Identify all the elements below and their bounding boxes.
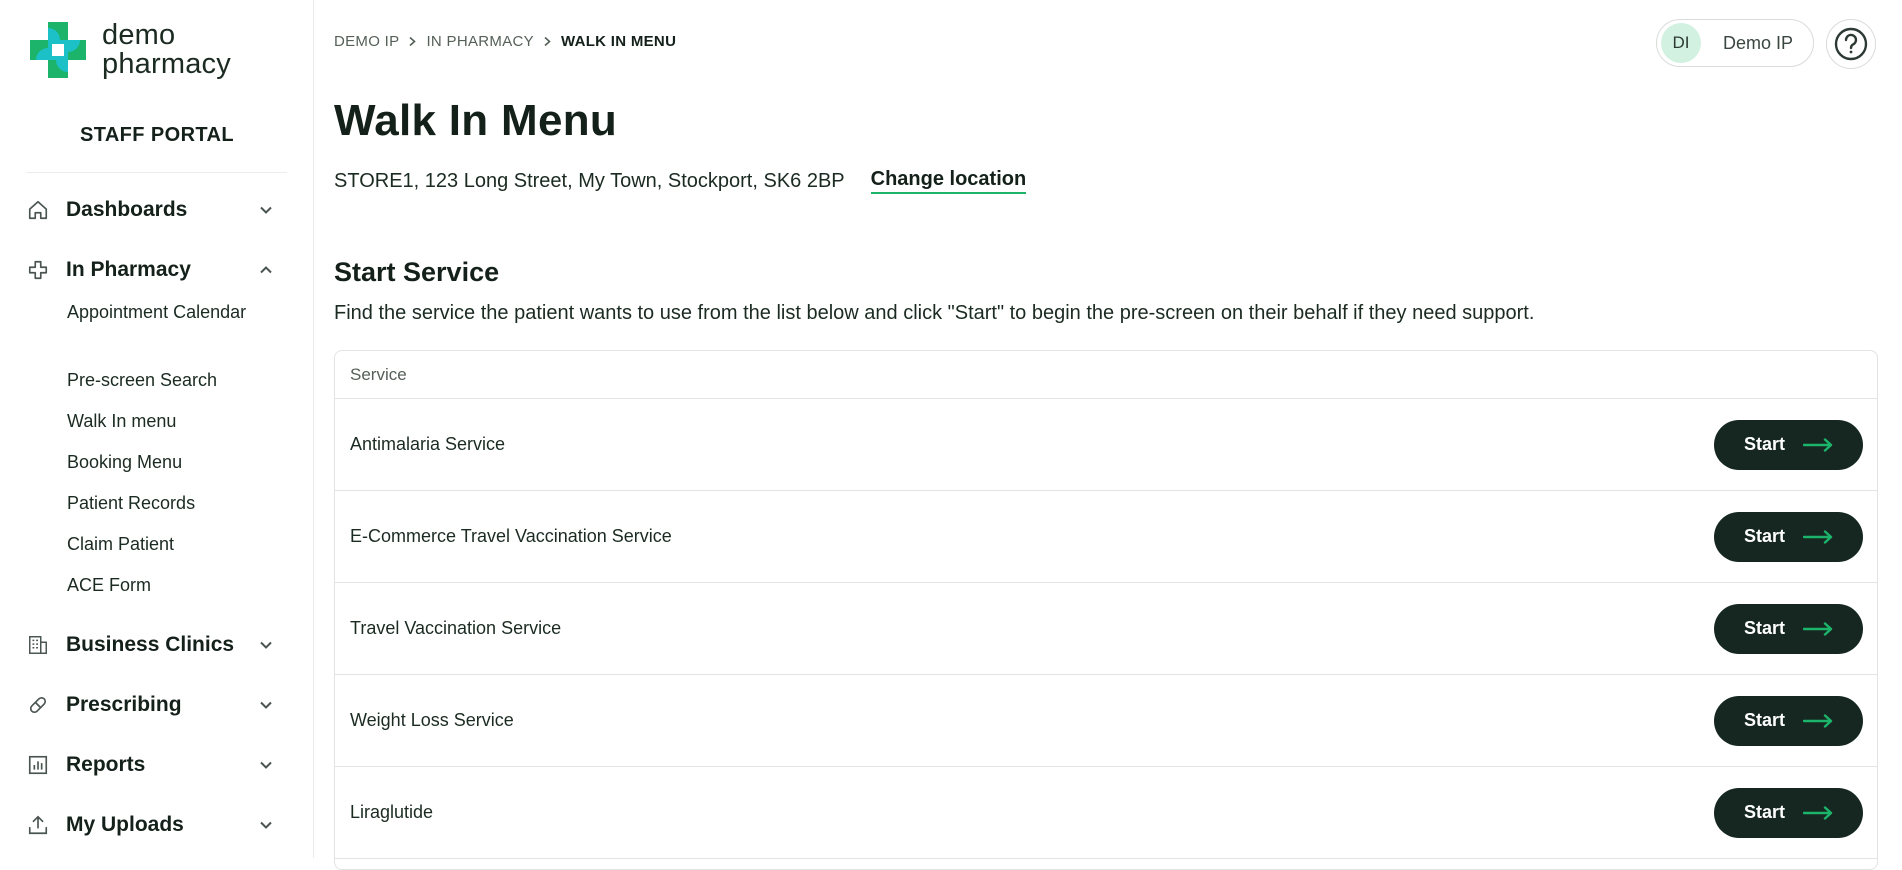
- chevron-right-icon: [408, 36, 417, 47]
- chevron-down-icon: [256, 815, 276, 835]
- section-description: Find the service the patient wants to us…: [334, 302, 1535, 324]
- pill-icon: [26, 693, 50, 717]
- brand-logo[interactable]: demo pharmacy: [26, 18, 231, 82]
- breadcrumb-item-demo-ip[interactable]: DEMO IP: [334, 33, 399, 50]
- sidebar-group-reports[interactable]: Reports: [26, 745, 276, 785]
- sidebar-group-my-uploads[interactable]: My Uploads: [26, 805, 276, 845]
- sidebar-group-label: In Pharmacy: [66, 258, 191, 281]
- start-button-label: Start: [1743, 802, 1785, 822]
- sidebar-group-in-pharmacy[interactable]: In Pharmacy: [26, 250, 276, 290]
- arrow-right-icon: [1803, 529, 1833, 544]
- user-name: Demo IP: [1723, 32, 1794, 53]
- home-icon: [26, 198, 50, 222]
- sidebar-divider: [26, 172, 287, 173]
- location-row: STORE1, 123 Long Street, My Town, Stockp…: [334, 168, 1027, 194]
- start-button[interactable]: Start: [1714, 603, 1863, 654]
- table-row: Travel Vaccination Service Start: [335, 583, 1877, 675]
- services-table: Service Antimalaria Service Start E-Comm…: [334, 350, 1878, 870]
- start-button-label: Start: [1743, 526, 1785, 546]
- page-title: Walk In Menu: [334, 96, 618, 145]
- section-title: Start Service: [334, 257, 500, 287]
- upload-icon: [26, 813, 50, 837]
- sidebar-item-claim-patient[interactable]: Claim Patient: [67, 531, 267, 558]
- start-button[interactable]: Start: [1714, 787, 1863, 838]
- table-row: Antimalaria Service Start: [335, 399, 1877, 491]
- medical-cross-icon: [26, 258, 50, 282]
- chevron-down-icon: [256, 635, 276, 655]
- start-button[interactable]: Start: [1714, 511, 1863, 562]
- arrow-right-icon: [1803, 621, 1833, 636]
- service-name: Liraglutide: [350, 802, 434, 822]
- table-row: Liraglutide Start: [335, 767, 1877, 859]
- start-button-label: Start: [1743, 618, 1785, 638]
- arrow-right-icon: [1803, 437, 1833, 452]
- sidebar-group-prescribing[interactable]: Prescribing: [26, 685, 276, 725]
- breadcrumb: DEMO IP IN PHARMACY WALK IN MENU: [334, 33, 676, 50]
- arrow-right-icon: [1803, 805, 1833, 820]
- building-icon: [26, 633, 50, 657]
- sidebar-group-label: Dashboards: [66, 198, 188, 221]
- sidebar-item-booking-menu[interactable]: Booking Menu: [67, 449, 267, 476]
- service-name: Weight Loss Service: [350, 710, 514, 730]
- chevron-down-icon: [256, 755, 276, 775]
- sidebar-item-appointment-calendar[interactable]: Appointment Calendar: [67, 299, 267, 326]
- brand-name-line1: demo: [102, 19, 176, 51]
- table-header-service: Service: [335, 351, 1877, 399]
- sidebar-group-dashboards[interactable]: Dashboards: [26, 190, 276, 230]
- sidebar-item-patient-records[interactable]: Patient Records: [67, 490, 267, 517]
- arrow-right-icon: [1803, 713, 1833, 728]
- start-button[interactable]: Start: [1714, 419, 1863, 470]
- breadcrumb-item-walk-in-menu: WALK IN MENU: [560, 33, 677, 50]
- brand-name-line2: pharmacy: [102, 48, 231, 80]
- table-row: E-Commerce Travel Vaccination Service St…: [335, 491, 1877, 583]
- avatar: DI: [1661, 23, 1701, 63]
- start-button-label: Start: [1743, 434, 1785, 454]
- sidebar-item-ace-form[interactable]: ACE Form: [67, 572, 267, 599]
- chevron-right-icon: [543, 36, 552, 47]
- sidebar-group-label: Business Clinics: [66, 633, 235, 656]
- service-name: Travel Vaccination Service: [350, 618, 562, 638]
- help-button[interactable]: [1826, 19, 1876, 69]
- sidebar-group-label: My Uploads: [66, 813, 184, 836]
- portal-title: STAFF PORTAL: [79, 124, 235, 146]
- chevron-down-icon: [256, 695, 276, 715]
- chevron-down-icon: [256, 200, 276, 220]
- chevron-up-icon: [256, 260, 276, 280]
- table-row: Weight Loss Service Start: [335, 675, 1877, 767]
- service-name: Antimalaria Service: [350, 434, 506, 454]
- start-button[interactable]: Start: [1714, 695, 1863, 746]
- breadcrumb-item-in-pharmacy[interactable]: IN PHARMACY: [426, 33, 533, 50]
- change-location-link[interactable]: Change location: [870, 168, 1027, 194]
- sidebar-group-label: Reports: [66, 753, 146, 776]
- bar-chart-icon: [26, 753, 50, 777]
- user-menu-button[interactable]: DI Demo IP: [1656, 19, 1814, 67]
- sidebar-item-walk-in-menu[interactable]: Walk In menu: [67, 408, 267, 435]
- sidebar-group-label: Prescribing: [66, 693, 182, 716]
- sidebar: demo pharmacy STAFF PORTAL Dashboards In…: [0, 0, 314, 858]
- service-name: E-Commerce Travel Vaccination Service: [350, 526, 672, 546]
- sidebar-item-pre-screen-search[interactable]: Pre-screen Search: [67, 367, 267, 394]
- question-circle-icon: [1834, 27, 1868, 61]
- brand-name: demo pharmacy: [102, 21, 231, 79]
- location-address: STORE1, 123 Long Street, My Town, Stockp…: [334, 169, 845, 192]
- sidebar-group-business-clinics[interactable]: Business Clinics: [26, 625, 276, 665]
- start-button-label: Start: [1743, 710, 1785, 730]
- logo-cross-icon: [30, 22, 86, 78]
